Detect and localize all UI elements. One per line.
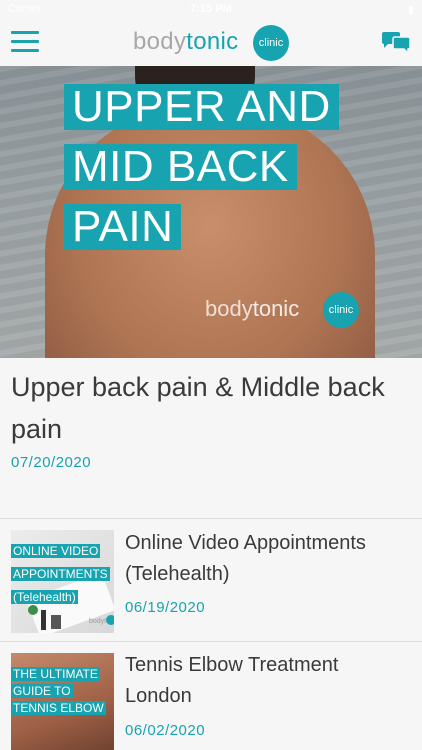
list-item-post[interactable]: bodytonic ONLINE VIDEO APPOINTMENTS (Tel…	[0, 519, 422, 641]
featured-post-date: 07/20/2020	[11, 454, 92, 471]
thumbnail-label: APPOINTMENTS	[11, 567, 110, 581]
post-title: Online Video Appointments (Telehealth)	[125, 532, 366, 585]
post-title: Tennis Elbow Treatment London	[125, 654, 339, 707]
post-date: 06/02/2020	[125, 722, 206, 739]
hero-title-line: PAIN	[64, 204, 182, 250]
hero-watermark-logo: bodytonic clinic	[205, 292, 359, 328]
hero-logo-clinic-badge: clinic	[323, 292, 359, 328]
featured-post-title: Upper back pain & Middle back pain	[11, 372, 385, 444]
post-thumbnail: bodytonic ONLINE VIDEO APPOINTMENTS (Tel…	[11, 530, 114, 633]
status-bar: Carrier 7:15 PM ▮	[0, 0, 422, 18]
hero-logo-tonic: tonic	[252, 296, 300, 321]
featured-hero-image[interactable]: UPPER AND MID BACK PAIN bodytonic clinic	[0, 66, 422, 358]
logo-tonic-text: tonic	[186, 28, 239, 55]
hero-title-line: MID BACK	[64, 144, 297, 190]
bodytonic-logo: bodytonic clinic	[133, 23, 293, 63]
thumbnail-label: THE ULTIMATE	[11, 667, 100, 681]
hero-logo-body: body	[205, 296, 253, 321]
hamburger-menu-icon[interactable]	[11, 31, 39, 53]
hero-title-line: UPPER AND	[64, 84, 339, 130]
list-item-post[interactable]: THE ULTIMATE GUIDE TO TENNIS ELBOW Tenni…	[0, 642, 422, 750]
post-thumbnail: THE ULTIMATE GUIDE TO TENNIS ELBOW	[11, 653, 114, 750]
battery-icon: ▮	[407, 4, 414, 16]
featured-post[interactable]: Upper back pain & Middle back pain 07/20…	[0, 358, 422, 518]
chat-bubbles-icon[interactable]	[380, 31, 412, 55]
logo-body-text: body	[133, 28, 187, 55]
app-header: Carrier 7:15 PM ▮ bodytonic clinic	[0, 0, 422, 66]
thumbnail-label: (Telehealth)	[11, 590, 78, 604]
status-time: 7:15 PM	[190, 3, 232, 15]
thumbnail-label: TENNIS ELBOW	[11, 701, 106, 715]
thumbnail-label: GUIDE TO	[11, 684, 73, 698]
post-date: 06/19/2020	[125, 599, 206, 616]
hero-title: UPPER AND MID BACK PAIN	[64, 84, 339, 264]
logo-clinic-badge: clinic	[253, 25, 289, 61]
thumbnail-label: ONLINE VIDEO	[11, 544, 101, 558]
